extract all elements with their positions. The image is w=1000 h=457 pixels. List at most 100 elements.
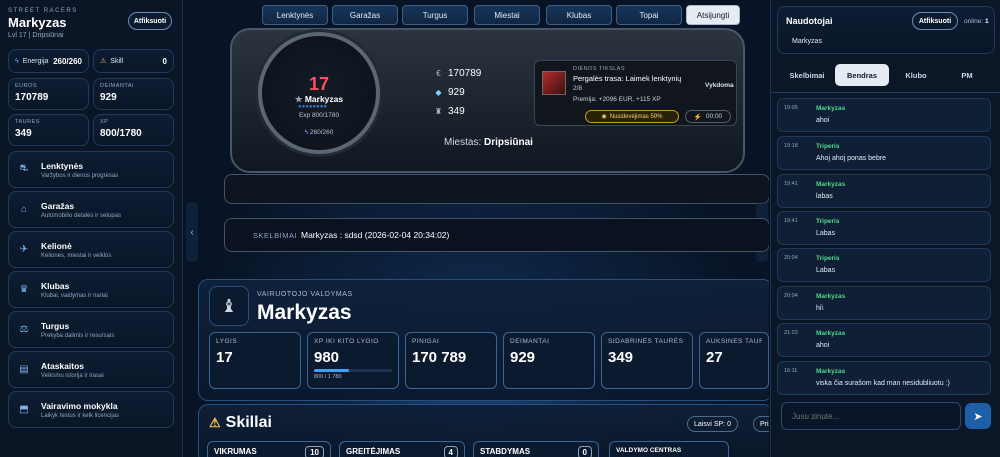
chat-message: 20:04 Markyzas hi\: [777, 286, 991, 320]
skill-value: 0: [162, 56, 167, 66]
timer-icon: ⚡: [693, 113, 702, 121]
driver-tag: VAIRUOTOJO VALDYMAS: [257, 291, 353, 298]
chevron-left-icon[interactable]: ‹: [186, 202, 198, 262]
skill-valdymo-centras[interactable]: VALDYMO CENTRAS: [609, 441, 729, 457]
skill-label: Skill: [110, 57, 124, 65]
left-sidebar: STREET RACERS Markyzas Lvl 17 | Dripsiūn…: [0, 0, 183, 457]
sidebar-item-label: Vairavimo mokykla: [41, 400, 118, 411]
driver-stat-money: PINIGAI 170 789: [405, 332, 497, 389]
sidebar-item-desc: Kelionės, miestai ir veiklos: [41, 252, 112, 259]
nav-klubas[interactable]: Klubas: [546, 5, 612, 25]
chat-author: Triperis: [816, 143, 840, 150]
racing-icon: ⛐: [19, 163, 29, 174]
trophy-row: ♜ 349: [434, 106, 481, 117]
skill-vikrumas[interactable]: VIKRUMAS 10: [207, 441, 331, 457]
sidebar-item-desc: Klubai, valdymas ir nariai: [41, 292, 108, 299]
nav-lenktynes[interactable]: Lenktynės: [262, 5, 328, 25]
stat-label: XP IKI KITO LYGIO: [314, 338, 379, 345]
hud-hp: ϟ 260/260: [262, 129, 376, 136]
chat-author: Markyzas: [816, 330, 846, 337]
market-icon: ⚖: [19, 324, 29, 335]
skill-name: VALDYMO CENTRAS: [616, 447, 682, 454]
trophy-value: 349: [448, 106, 465, 117]
sidebar-item-garazas[interactable]: ⌂ Garažas Automobilio detalės ir setupas: [8, 191, 174, 228]
nav-atsijungti[interactable]: Atsijungti: [686, 5, 740, 25]
travel-icon: ✈: [19, 244, 29, 255]
assign-button[interactable]: Priskirti: [753, 416, 769, 432]
driver-chess-icon: ♝: [209, 286, 249, 326]
unpin-left-button[interactable]: Atfiksuoti: [128, 12, 172, 30]
chat-author: Triperis: [816, 218, 840, 225]
nav-topai[interactable]: Topai: [616, 5, 682, 25]
sidebar-item-ataskaitos[interactable]: ▤ Ataskaitos Veiksmu istorija ir irasai: [8, 351, 174, 388]
tab-bendras[interactable]: Bendras: [835, 64, 889, 86]
stat-trophies: TAURES 349: [8, 114, 89, 146]
skills-panel: ⚠ Skillai Laisvi SP: 0 Priskirti VIKRUMAS…: [198, 404, 769, 457]
city-value: Dripsiūnai: [484, 137, 533, 148]
warning-icon: ⚠: [209, 415, 221, 430]
star-icon: ★: [294, 94, 305, 104]
chat-text: hi\: [816, 305, 824, 312]
eye-icon: ◉: [601, 114, 607, 120]
driver-name: Markyzas: [257, 301, 352, 324]
stat-value: 170789: [15, 92, 49, 103]
sidebar-item-lenktynes[interactable]: ⛐ Lenktynės Varžybos ir dienos progresas: [8, 151, 174, 188]
online-user[interactable]: Markyzas: [792, 38, 822, 45]
chat-author: Markyzas: [816, 181, 846, 188]
chat-input[interactable]: [781, 402, 961, 430]
tab-pm[interactable]: PM: [943, 64, 991, 86]
xp-progress-fill: [314, 369, 350, 372]
sidebar-item-label: Kelionė: [41, 240, 72, 251]
chat-message: 21:22 Markyzas ahoi: [777, 323, 991, 357]
sidebar-item-klubas[interactable]: ♛ Klubas Klubai, valdymas ir nariai: [8, 271, 174, 308]
daily-mission-card[interactable]: DIENOS TIKSLAS Pergalės trasa: Laimėk le…: [534, 60, 737, 126]
stat-label: DEIMANTAI: [510, 338, 550, 345]
chat-time: 20:04: [784, 255, 798, 261]
chat-time: 19:18: [784, 143, 798, 149]
chat-time: 19:41: [784, 218, 798, 224]
chat-message: 20:04 Triperis Labas: [777, 248, 991, 282]
wear-text: Nusidevėjimas 59%: [609, 113, 663, 120]
stat-label: TAURES: [15, 119, 40, 125]
skill-stabdymas[interactable]: STABDYMAS 0: [473, 441, 599, 457]
stat-label: XP: [100, 119, 109, 125]
sidebar-item-label: Ataskaitos: [41, 360, 84, 371]
stat-label: PINIGAI: [412, 338, 440, 345]
stat-value: 800/1780: [100, 128, 142, 139]
money-row: €170789: [434, 68, 481, 79]
sidebar-item-desc: Varžybos ir dienos progresas: [41, 172, 119, 179]
main-nav: [224, 174, 769, 204]
driver-panel: ♝ VAIRUOTOJO VALDYMAS Markyzas LYGIS 17 X…: [198, 279, 769, 401]
chat-message: 19:41 Markyzas labas: [777, 174, 991, 208]
mission-reward: Premija: +2096 EUR, +115 XP: [573, 96, 661, 103]
chat-author: Markyzas: [816, 293, 846, 300]
timer-text: 00:00: [705, 113, 723, 120]
unpin-right-button[interactable]: Atfiksuoti: [912, 12, 958, 30]
garage-icon: ⌂: [20, 204, 28, 215]
online-count: 1: [984, 18, 989, 25]
sidebar-item-vairavimo-mokykla[interactable]: ⬒ Vairavimo mokykla Laikyk testus ir kelk …: [8, 391, 174, 428]
send-icon[interactable]: ➤: [965, 403, 991, 429]
sidebar-item-desc: Laikyk testus ir kelk licencijas: [41, 412, 120, 419]
chat-time: 21:22: [784, 330, 798, 336]
stat-value: 929: [510, 349, 536, 366]
stat-value: 929: [100, 92, 117, 103]
skill-greitejimas[interactable]: GREITĖJIMAS 4: [339, 441, 465, 457]
nav-garazas[interactable]: Garažas: [332, 5, 398, 25]
skill-value: 4: [443, 446, 458, 457]
mission-car-image: [542, 71, 566, 95]
sidebar-item-label: Garažas: [41, 200, 75, 211]
sidebar-item-turgus[interactable]: ⚖ Turgus Prekyba dalimis ir resursais: [8, 311, 174, 348]
xp-progress-track: [314, 369, 392, 372]
users-card: Naudotojai Atfiksuoti online: 1 Markyzas: [777, 6, 995, 54]
hud-exp: Exp 800/1780: [298, 112, 340, 119]
stat-value: 170 789: [412, 349, 467, 366]
sidebar-item-kelione[interactable]: ✈ Kelionė Kelionės, miestai ir veiklos: [8, 231, 174, 268]
tab-skelbimai[interactable]: Skelbimai: [781, 64, 833, 86]
xp-sub: 800 / 1 780: [314, 374, 342, 380]
skill-name: GREITĖJIMAS: [346, 447, 401, 456]
ticker-label: SKELBIMAI: [253, 231, 298, 240]
nav-miestai[interactable]: Miestai: [474, 5, 540, 25]
nav-turgus[interactable]: Turgus: [402, 5, 468, 25]
tab-klubo[interactable]: Klubo: [891, 64, 941, 86]
